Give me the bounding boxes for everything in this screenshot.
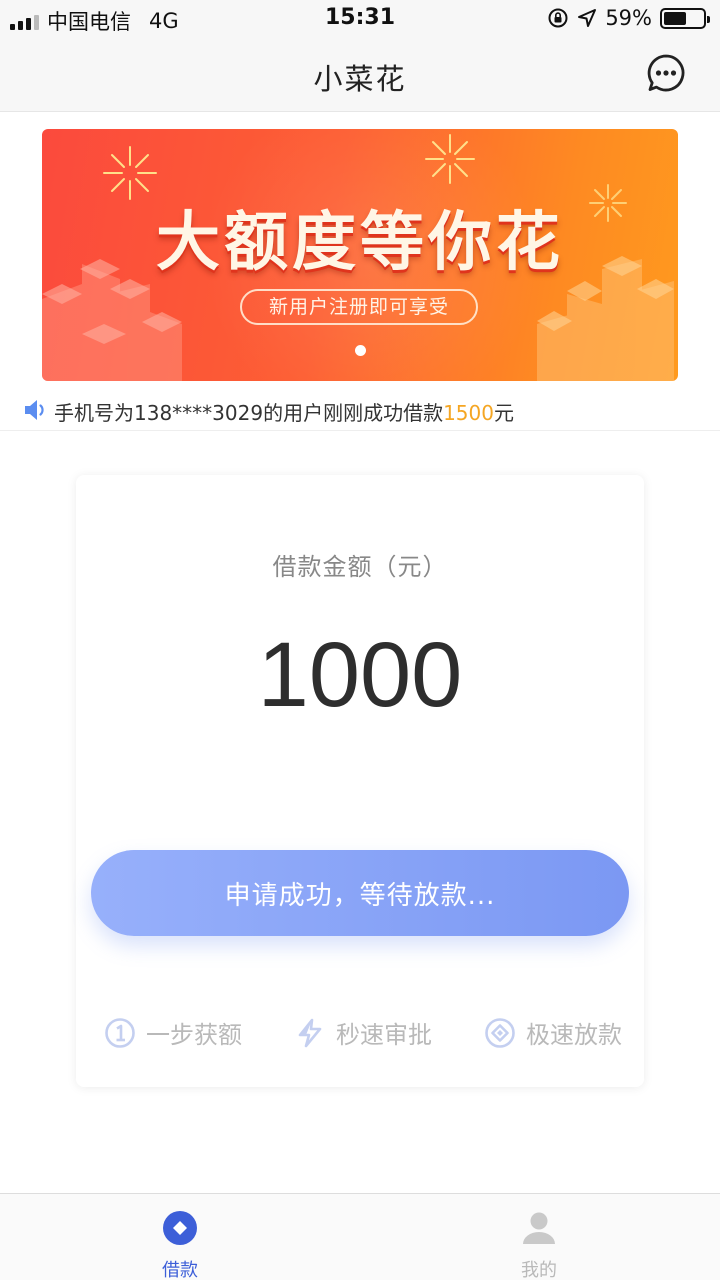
feature-label: 秒速审批 <box>336 1021 432 1049</box>
nav-bar: 小菜花 <box>0 38 720 112</box>
user-icon <box>523 1212 555 1244</box>
lightning-icon <box>298 1018 322 1047</box>
diamond-coin-icon <box>485 1017 515 1048</box>
feature-one-step: 一步获额 <box>104 1015 242 1050</box>
tab-profile[interactable]: 我的 <box>479 1194 599 1280</box>
status-right: 59% <box>547 6 710 30</box>
feature-label: 极速放款 <box>526 1021 622 1049</box>
notice-text-before: 手机号为138****3029的用户刚刚成功借款 <box>54 401 444 425</box>
location-arrow-icon <box>578 9 597 27</box>
tab-bar: 借款 我的 <box>0 1193 720 1280</box>
tab-label: 借款 <box>162 1260 198 1280</box>
notice-amount: 1500 <box>443 401 494 425</box>
loan-diamond-icon <box>163 1211 197 1245</box>
more-dots-icon[interactable] <box>646 53 686 93</box>
feature-fast-approval: 秒速审批 <box>294 1015 432 1050</box>
battery-icon <box>660 7 710 29</box>
loan-amount-label: 借款金额（元） <box>272 553 448 581</box>
notice-text-after: 元 <box>493 401 514 425</box>
notice-text: 手机号为138****3029的用户刚刚成功借款1500元 <box>54 397 514 426</box>
promo-banner[interactable]: 大额度等你花 新用户注册即可享受 <box>42 129 678 381</box>
feature-list: 一步获额 秒速审批 极速放款 <box>76 1015 644 1055</box>
banner-subtitle: 新用户注册即可享受 <box>240 289 478 325</box>
tab-label: 我的 <box>521 1260 557 1280</box>
feature-fast-payout: 极速放款 <box>484 1015 622 1050</box>
rotation-lock-icon <box>548 8 568 28</box>
apply-status-button[interactable]: 申请成功，等待放款... <box>91 850 629 936</box>
loan-notice-ticker: 手机号为138****3029的用户刚刚成功借款1500元 <box>0 393 720 431</box>
loan-card: 借款金额（元） 1000 申请成功，等待放款... 一步获额 秒速审批 极速放款 <box>76 475 644 1087</box>
battery-fill <box>664 11 686 25</box>
loan-home-screen: 中国电信 4G 15:31 59% 小菜花 大额度等你花 新用户注册即可享受 手… <box>0 0 720 1280</box>
status-bar: 中国电信 4G 15:31 59% <box>0 0 720 38</box>
banner-headline: 大额度等你花 <box>156 206 564 280</box>
carousel-indicator <box>355 345 366 356</box>
circle-one-icon <box>105 1017 135 1048</box>
battery-percent: 59% <box>605 6 652 30</box>
speaker-icon <box>25 400 44 420</box>
page-title: 小菜花 <box>313 62 407 96</box>
feature-label: 一步获额 <box>146 1021 242 1049</box>
tab-loan[interactable]: 借款 <box>120 1194 240 1280</box>
loan-amount-value: 1000 <box>257 624 463 726</box>
